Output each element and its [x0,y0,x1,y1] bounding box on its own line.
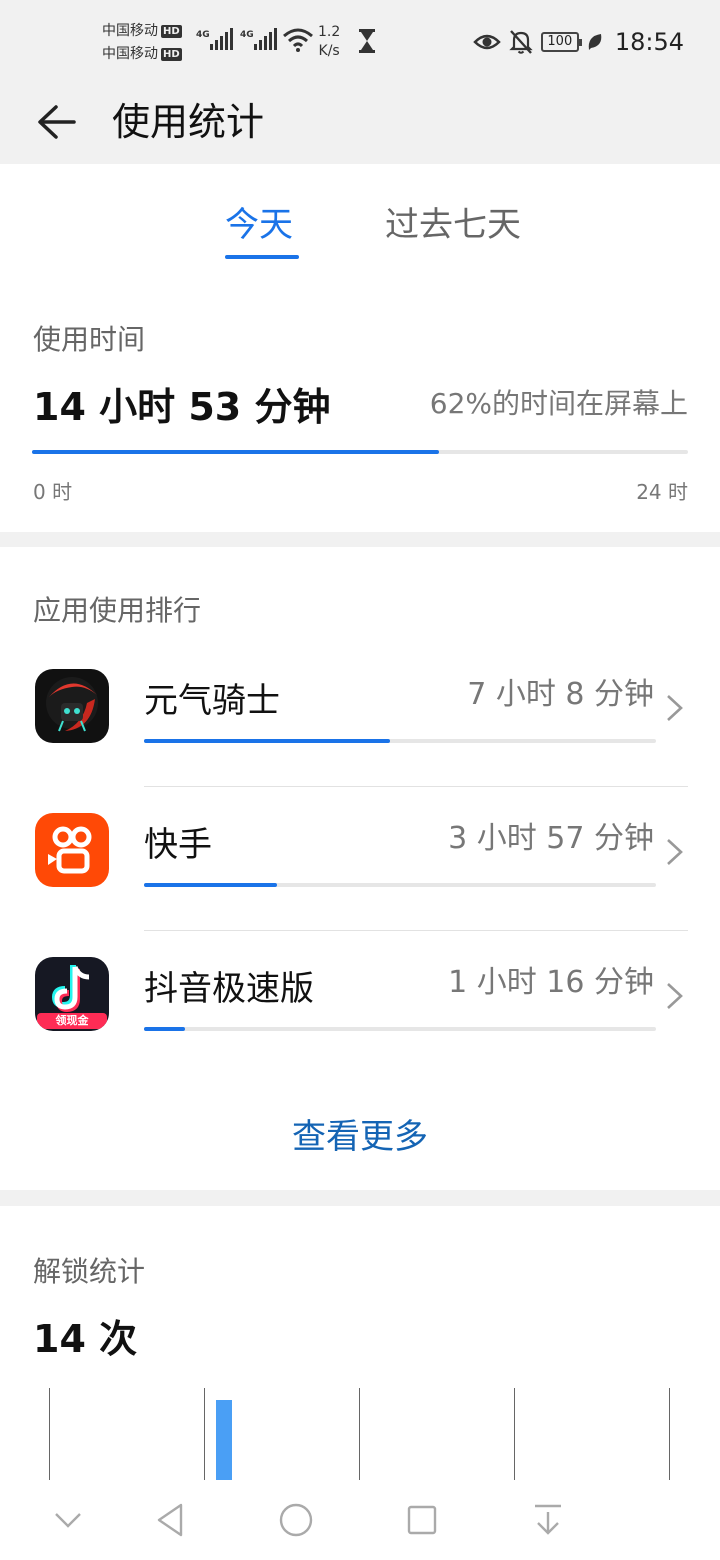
back-button[interactable] [30,96,82,148]
system-navigation-bar [0,1480,720,1560]
axis-end-label: 24 时 [636,480,688,504]
douyin-lite-app-icon: 领现金 [35,957,109,1031]
nav-recents-button[interactable] [400,1498,444,1542]
usage-time-card: 今天 过去七天 使用时间 14 小时 53 分钟 62%的时间在屏幕上 0 时 … [0,164,720,532]
period-tabs: 今天 过去七天 [0,164,720,274]
network-type-1: 4G [196,30,210,40]
app-usage-time: 3 小时 57 分钟 [448,821,654,856]
network-type-2: 4G [240,30,254,40]
status-bar: 中国移动 HD 中国移动 HD 4G 4G 1.2 K/s 100 18:54 [0,0,720,80]
notification-pull-button[interactable] [526,1498,570,1542]
hourglass-icon [359,29,375,53]
usage-statistics-screen: 中国移动 HD 中国移动 HD 4G 4G 1.2 K/s 100 18:54 … [0,0,720,1560]
usage-progress-fill [32,450,439,454]
hd-badge-1: HD [161,25,182,38]
axis-start-label: 0 时 [33,480,73,504]
hide-nav-button[interactable] [46,1498,90,1542]
eye-comfort-icon [473,34,501,50]
active-tab-indicator [225,255,299,259]
app-usage-fill [144,739,390,743]
power-saving-leaf-icon [588,34,602,50]
total-usage-value: 14 小时 53 分钟 [33,385,331,429]
unlock-count: 14 次 [33,1317,138,1361]
nav-home-button[interactable] [274,1498,318,1542]
back-arrow-icon [38,105,76,139]
chevron-right-icon [667,839,683,865]
chevron-down-icon [55,1513,81,1528]
app-usage-track [144,883,656,887]
carrier-1-label: 中国移动 [102,23,158,39]
usage-time-label: 使用时间 [33,323,146,356]
app-usage-time: 1 小时 16 分钟 [448,965,654,1000]
chevron-right-icon [667,983,683,1009]
chevron-right-icon [667,695,683,721]
clock: 18:54 [614,28,684,56]
app-usage-track [144,739,656,743]
app-usage-fill [144,1027,185,1031]
mute-bell-icon [509,30,533,54]
app-header: 使用统计 [0,80,720,164]
unlock-stats-label: 解锁统计 [33,1255,146,1288]
douyin-icon-badge: 领现金 [55,1014,89,1027]
app-ranking-card: 应用使用排行 元气骑士 7 小时 8 分钟 快手 3 小时 57 分钟 领现金 … [0,547,720,1190]
wifi-icon [283,28,313,52]
soul-knight-app-icon [35,669,109,743]
network-speed: 1.2 K/s [318,23,340,61]
chart-gridline [204,1388,205,1488]
app-name: 快手 [144,825,212,865]
view-more-link[interactable]: 查看更多 [0,1109,720,1158]
square-recents-icon [407,1505,437,1535]
speed-value: 1.2 [318,24,341,40]
page-title: 使用统计 [112,100,265,144]
speed-unit: K/s [318,43,340,59]
status-right: 100 18:54 [473,26,684,58]
circle-home-icon [279,1503,313,1537]
app-ranking-label: 应用使用排行 [33,594,202,627]
unlock-chart-bar [216,1400,232,1488]
nav-back-button[interactable] [148,1498,192,1542]
chart-gridline [49,1388,50,1488]
chart-gridline [359,1388,360,1488]
chart-gridline [514,1388,515,1488]
app-row-kuaishou[interactable]: 快手 3 小时 57 分钟 [0,787,720,931]
signal-1-icon: 4G [196,28,233,50]
app-name: 元气骑士 [144,681,280,721]
app-name: 抖音极速版 [144,969,314,1009]
triangle-back-icon [157,1503,183,1537]
hd-badge-2: HD [161,48,182,61]
tab-today[interactable]: 今天 [225,202,293,248]
app-usage-time: 7 小时 8 分钟 [467,677,654,712]
battery-indicator: 100 [540,32,582,52]
app-usage-fill [144,883,278,887]
app-row-douyin-lite[interactable]: 领现金 抖音极速版 1 小时 16 分钟 [0,931,720,1075]
screen-time-percentage: 62%的时间在屏幕上 [429,387,688,420]
app-usage-track [144,1027,656,1031]
signal-2-icon: 4G [240,28,277,50]
carrier-2-label: 中国移动 [102,46,158,62]
carrier-info: 中国移动 HD 中国移动 HD [102,20,182,66]
app-row-soul-knight[interactable]: 元气骑士 7 小时 8 分钟 [0,643,720,787]
tab-past-seven-days[interactable]: 过去七天 [385,202,521,248]
kuaishou-app-icon [35,813,109,887]
pull-down-icon [535,1504,561,1535]
usage-progress-track [32,450,688,454]
chart-gridline [669,1388,670,1488]
